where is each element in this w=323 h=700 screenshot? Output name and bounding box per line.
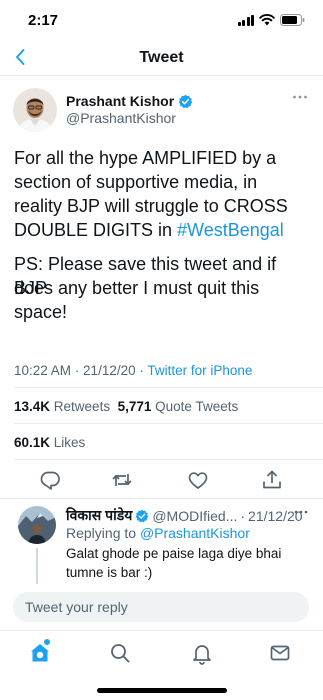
author-handle[interactable]: @PrashantKishor: [66, 110, 176, 126]
share-icon: [263, 470, 281, 489]
heart-icon: [188, 472, 208, 489]
reply-compose-input[interactable]: Tweet your reply: [13, 592, 309, 622]
cellular-signal-icon: [237, 14, 254, 26]
tweet-source-link[interactable]: Twitter for iPhone: [147, 363, 252, 378]
wifi-icon: [259, 14, 275, 26]
search-icon: [111, 644, 130, 663]
tab-notifications[interactable]: [190, 641, 214, 665]
tweet-text-line: DOUBLE DIGITS in #WestBengal: [14, 220, 284, 240]
tweet-text-line: For all the hype AMPLIFIED by a: [14, 148, 277, 168]
reply-author-handle[interactable]: @MODIfied...: [152, 508, 237, 524]
retweet-quote-stats: 13.4K Retweets 5,771 Quote Tweets: [14, 399, 238, 414]
more-horizontal-icon: [293, 95, 307, 99]
thread-line: [36, 548, 38, 584]
reply-icon: [40, 471, 60, 490]
status-time: 2:17: [28, 12, 59, 29]
quote-tweets-stat[interactable]: 5,771 Quote Tweets: [118, 399, 239, 414]
battery-icon: [280, 14, 305, 26]
navigation-header: Tweet: [0, 40, 323, 76]
notification-dot: [44, 639, 50, 645]
status-icons: [237, 14, 306, 26]
author-avatar[interactable]: [13, 88, 57, 132]
bell-icon: [193, 645, 211, 665]
likes-stat[interactable]: 60.1K Likes: [14, 435, 85, 450]
reply-header: विकास पांडेय @MODIfied... · 21/12/20: [66, 506, 303, 525]
reply-author-avatar[interactable]: [18, 506, 56, 544]
tab-search[interactable]: [108, 641, 132, 665]
like-button[interactable]: [186, 468, 210, 492]
reply-author-name[interactable]: विकास पांडेय: [66, 506, 132, 525]
reply-more-options-button[interactable]: [294, 509, 308, 515]
divider: [14, 423, 323, 424]
hashtag-link[interactable]: #WestBengal: [177, 220, 284, 240]
more-horizontal-icon: [294, 510, 308, 514]
divider: [14, 387, 323, 388]
tweet-actions-bar: [0, 468, 323, 494]
divider: [0, 498, 323, 499]
tweet-text-line: section of supportive media, in: [14, 172, 258, 192]
reply-button[interactable]: [38, 468, 62, 492]
compose-placeholder: Tweet your reply: [25, 599, 128, 615]
verified-badge-icon: [136, 509, 149, 522]
retweet-icon: [112, 474, 132, 486]
tab-messages[interactable]: [268, 641, 292, 665]
page-title: Tweet: [139, 49, 184, 66]
home-indicator: [97, 688, 227, 693]
replying-to: Replying to @PrashantKishor: [66, 525, 250, 541]
tweet-timestamp: 10:22 AM · 21/12/20 · Twitter for iPhone: [14, 363, 253, 378]
retweets-stat[interactable]: 13.4K Retweets: [14, 399, 110, 414]
status-bar: 2:17: [0, 0, 323, 40]
verified-badge-icon: [178, 94, 193, 108]
replying-to-handle-link[interactable]: @PrashantKishor: [140, 525, 250, 541]
tweet-text-line: space!: [14, 302, 68, 322]
divider: [14, 459, 323, 460]
share-button[interactable]: [260, 468, 284, 492]
reply-text: Galat ghode pe paise laga diye bhai tumn…: [66, 546, 282, 580]
retweet-button[interactable]: [110, 468, 134, 492]
author-name[interactable]: Prashant Kishor: [66, 93, 193, 109]
mail-icon: [270, 645, 290, 661]
more-options-button[interactable]: [292, 94, 308, 100]
tweet-text-line: does any better I must quit this: [14, 278, 260, 298]
tweet-text-line: reality BJP will struggle to CROSS: [14, 196, 288, 216]
